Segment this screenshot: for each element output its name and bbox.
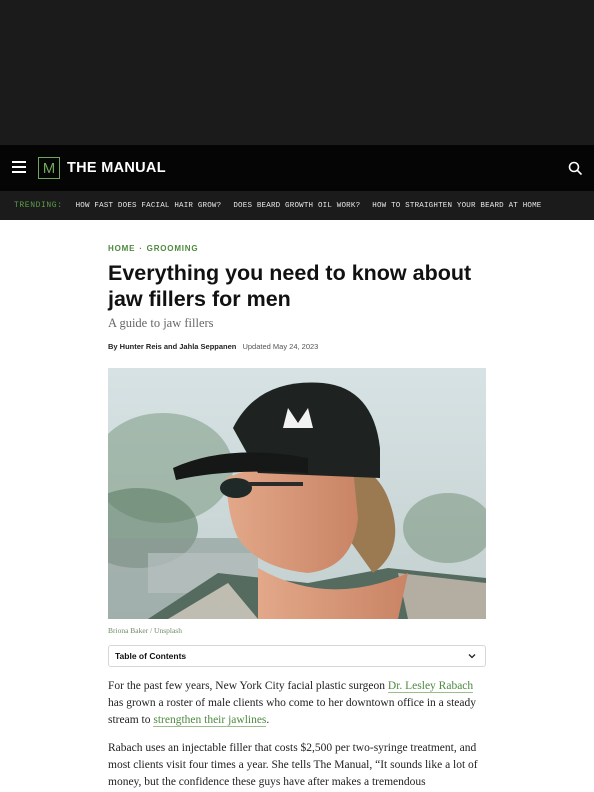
breadcrumb-separator: · <box>139 244 143 253</box>
link-dr-lesley-rabach[interactable]: Dr. Lesley Rabach <box>387 680 474 693</box>
image-credit: Briona Baker / Unsplash <box>108 626 182 635</box>
toc-label: Table of Contents <box>115 651 187 661</box>
trending-link-straighten-beard[interactable]: HOW TO STRAIGHTEN YOUR BEARD AT HOME <box>372 202 541 210</box>
byline-authors[interactable]: By Hunter Reis and Jahla Seppanen <box>108 342 236 351</box>
paragraph-text: . <box>266 714 270 726</box>
site-header: M THE MANUAL <box>0 145 594 191</box>
breadcrumb-grooming[interactable]: GROOMING <box>147 244 199 253</box>
ad-banner-area <box>0 0 594 145</box>
byline-updated-date: Updated May 24, 2023 <box>242 342 319 351</box>
logo-mark: M <box>38 157 60 179</box>
search-icon[interactable] <box>568 161 582 175</box>
article-paragraph-1: For the past few years, New York City fa… <box>108 678 488 729</box>
hero-image <box>108 368 486 619</box>
breadcrumb: HOME · GROOMING <box>108 244 198 253</box>
trending-link-facial-hair[interactable]: HOW FAST DOES FACIAL HAIR GROW? <box>76 202 222 210</box>
article-title: Everything you need to know about jaw fi… <box>108 261 472 311</box>
article-subtitle: A guide to jaw fillers <box>108 316 214 330</box>
paragraph-text: For the past few years, New York City fa… <box>108 680 388 692</box>
trending-bar: TRENDING: HOW FAST DOES FACIAL HAIR GROW… <box>0 191 594 220</box>
menu-icon[interactable] <box>12 161 26 175</box>
chevron-down-icon <box>468 654 476 659</box>
byline: By Hunter Reis and Jahla Seppanen Update… <box>108 342 318 351</box>
hero-photo-illustration <box>108 368 486 619</box>
site-logo[interactable]: M THE MANUAL <box>38 157 166 179</box>
trending-link-beard-oil[interactable]: DOES BEARD GROWTH OIL WORK? <box>233 202 360 210</box>
logo-text: THE MANUAL <box>67 160 166 176</box>
link-strengthen-jawlines[interactable]: strengthen their jawlines <box>153 714 267 727</box>
table-of-contents-toggle[interactable]: Table of Contents <box>108 645 486 667</box>
breadcrumb-home[interactable]: HOME <box>108 244 135 253</box>
article-paragraph-2: Rabach uses an injectable filler that co… <box>108 742 478 788</box>
trending-label: TRENDING: <box>14 201 63 210</box>
